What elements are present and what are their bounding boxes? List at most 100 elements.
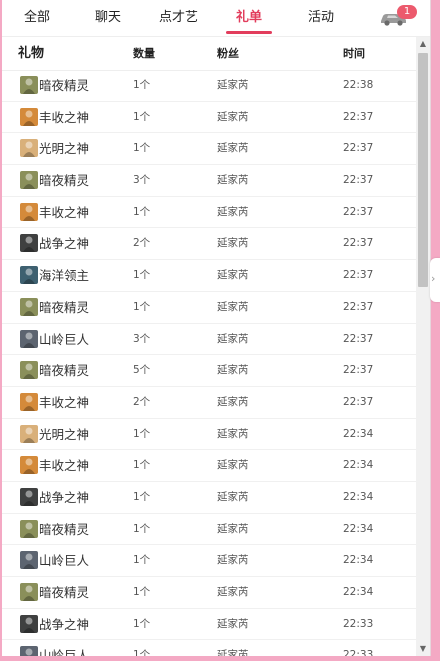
- gift-name: 战争之神: [39, 489, 90, 505]
- header-fans: 粉丝: [217, 47, 239, 60]
- table-row: 海洋领主 1个 延家芮 22:37: [2, 260, 416, 292]
- tab-chat[interactable]: 聊天: [95, 0, 121, 36]
- table-row: 暗夜精灵 3个 延家芮 22:37: [2, 165, 416, 197]
- table-row: 山岭巨人 1个 延家芮 22:33: [2, 640, 416, 656]
- gift-quantity: 5个: [133, 364, 151, 377]
- scroll-up-arrow-icon[interactable]: ▲: [416, 37, 430, 51]
- tab-bar: 全部 聊天 点才艺 礼单 活动 1: [2, 0, 430, 37]
- gift-quantity: 1个: [133, 269, 151, 282]
- table-row: 丰收之神 1个 延家芮 22:37: [2, 197, 416, 229]
- gift-icon: [20, 361, 38, 380]
- gift-icon: [20, 456, 38, 475]
- fan-name: 延家芮: [217, 79, 249, 91]
- table-row: 战争之神 1个 延家芮 22:34: [2, 482, 416, 514]
- gift-time: 22:34: [343, 459, 374, 472]
- gift-quantity: 3个: [133, 174, 151, 187]
- gift-time: 22:33: [343, 617, 374, 630]
- gift-time: 22:37: [343, 269, 374, 282]
- gift-quantity: 1个: [133, 617, 151, 630]
- chevron-right-icon: ›: [431, 272, 436, 285]
- gift-icon: [20, 234, 38, 253]
- table-body: 暗夜精灵 1个 延家芮 22:38 丰收之神 1个 延家芮 22:37 光明之神 1个 延家芮 22:…: [2, 70, 416, 656]
- table-row: 山岭巨人 3个 延家芮 22:37: [2, 324, 416, 356]
- fan-name: 延家芮: [217, 395, 249, 408]
- gift-time: 22:37: [343, 110, 374, 123]
- scroll-down-arrow-icon[interactable]: ▼: [416, 642, 430, 656]
- table-row: 丰收之神 1个 延家芮 22:34: [2, 450, 416, 482]
- gift-time: 22:34: [343, 427, 374, 440]
- gift-quantity: 1个: [133, 554, 151, 567]
- gift-icon: [20, 76, 38, 94]
- gift-name: 暗夜精灵: [39, 299, 90, 315]
- gift-time: 22:37: [343, 364, 374, 377]
- gift-list-panel: 全部 聊天 点才艺 礼单 活动 1 礼物 数量 粉丝 时间 暗夜精灵 1个 延家芮 2…: [2, 0, 431, 656]
- gift-name: 丰收之神: [39, 204, 90, 220]
- gift-name: 光明之神: [39, 141, 90, 157]
- gift-name: 山岭巨人: [39, 553, 90, 569]
- table-header: 礼物 数量 粉丝 时间: [2, 37, 416, 71]
- fan-name: 延家芮: [217, 205, 249, 218]
- gift-table: 礼物 数量 粉丝 时间 暗夜精灵 1个 延家芮 22:38 丰收之神 1个 延家芮 22:37…: [2, 37, 416, 656]
- gift-quantity: 1个: [133, 586, 151, 598]
- gift-name: 暗夜精灵: [39, 521, 90, 537]
- gift-quantity: 1个: [133, 79, 151, 91]
- table-row: 战争之神 2个 延家芮 22:37: [2, 228, 416, 261]
- tab-all[interactable]: 全部: [24, 0, 50, 36]
- gift-name: 暗夜精灵: [39, 173, 90, 189]
- gift-quantity: 2个: [133, 237, 151, 250]
- gift-icon: [20, 171, 38, 190]
- gift-icon: [20, 614, 38, 633]
- gift-time: 22:33: [343, 649, 374, 656]
- gift-quantity: 1个: [133, 522, 151, 535]
- gift-name: 战争之神: [39, 616, 90, 632]
- gift-name: 战争之神: [39, 236, 90, 252]
- fan-name: 延家芮: [217, 427, 249, 440]
- gift-name: 海洋领主: [39, 268, 90, 284]
- gift-name: 丰收之神: [39, 109, 90, 125]
- gift-icon: [20, 297, 38, 316]
- table-row: 光明之神 1个 延家芮 22:34: [2, 419, 416, 451]
- gift-time: 22:34: [343, 522, 374, 535]
- side-panel-toggle[interactable]: ›: [430, 258, 440, 302]
- fan-name: 延家芮: [217, 649, 249, 656]
- gift-time: 22:37: [343, 205, 374, 218]
- scrollbar-thumb[interactable]: [418, 53, 428, 287]
- gift-time: 22:34: [343, 554, 374, 567]
- car-button[interactable]: 1: [378, 5, 417, 32]
- table-row: 暗夜精灵 1个 延家芮 22:38: [2, 70, 416, 102]
- tab-talent-request[interactable]: 点才艺: [159, 0, 198, 36]
- fan-name: 延家芮: [217, 110, 249, 123]
- gift-name: 暗夜精灵: [39, 363, 90, 379]
- gift-icon: [20, 646, 38, 656]
- gift-quantity: 1个: [133, 300, 151, 313]
- gift-time: 22:37: [343, 142, 374, 155]
- gift-icon: [20, 424, 38, 443]
- fan-name: 延家芮: [217, 586, 249, 598]
- gift-time: 22:37: [343, 300, 374, 313]
- gift-name: 山岭巨人: [39, 331, 90, 347]
- gift-quantity: 2个: [133, 395, 151, 408]
- table-row: 光明之神 1个 延家芮 22:37: [2, 133, 416, 166]
- gift-name: 暗夜精灵: [39, 585, 90, 600]
- table-row: 战争之神 1个 延家芮 22:33: [2, 609, 416, 641]
- gift-time: 22:37: [343, 237, 374, 250]
- fan-name: 延家芮: [217, 332, 249, 345]
- gift-time: 22:37: [343, 395, 374, 408]
- fan-name: 延家芮: [217, 300, 249, 313]
- gift-icon: [20, 551, 38, 570]
- table-row: 丰收之神 1个 延家芮 22:37: [2, 102, 416, 134]
- fan-name: 延家芮: [217, 364, 249, 377]
- gift-icon: [20, 392, 38, 411]
- gift-quantity: 1个: [133, 649, 151, 656]
- gift-icon: [20, 329, 38, 348]
- gift-time: 22:34: [343, 490, 374, 503]
- gift-quantity: 1个: [133, 427, 151, 440]
- table-row: 暗夜精灵 1个 延家芮 22:34: [2, 577, 416, 609]
- fan-name: 延家芮: [217, 490, 249, 503]
- gift-time: 22:37: [343, 174, 374, 187]
- gift-icon: [20, 266, 38, 285]
- table-row: 丰收之神 2个 延家芮 22:37: [2, 387, 416, 419]
- vertical-scrollbar[interactable]: ▲ ▼: [416, 37, 430, 656]
- fan-name: 延家芮: [217, 269, 249, 282]
- tab-activity[interactable]: 活动: [308, 0, 334, 36]
